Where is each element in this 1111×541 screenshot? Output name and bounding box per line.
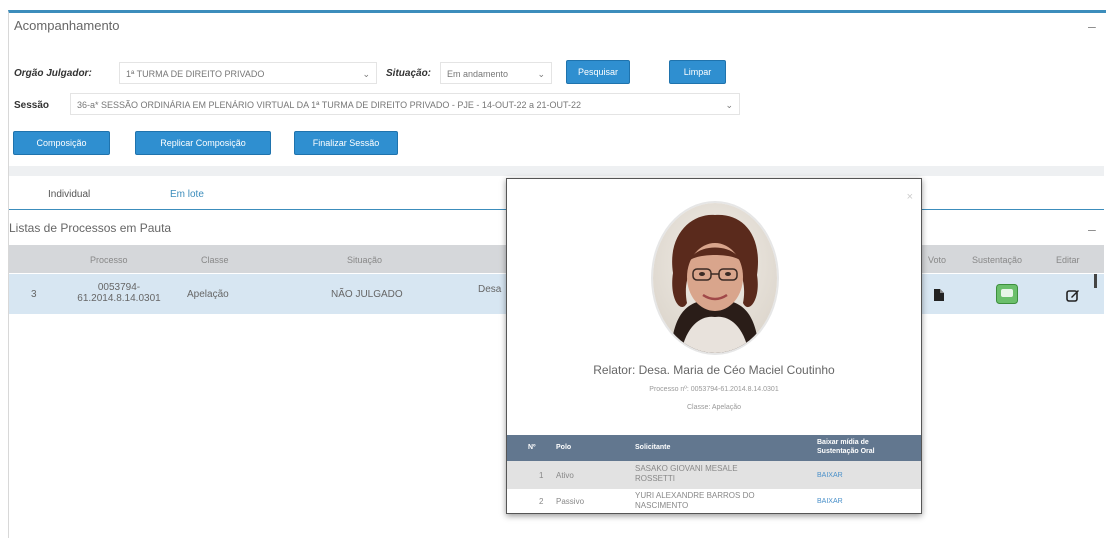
orgao-label: Orgão Julgador:: [14, 68, 92, 79]
edit-icon[interactable]: [1066, 288, 1080, 302]
list-collapse-button[interactable]: –: [1088, 221, 1096, 237]
sessao-select-value: 36-a* SESSÃO ORDINÁRIA EM PLENÁRIO VIRTU…: [77, 100, 581, 110]
col-situacao[interactable]: Situação: [347, 255, 382, 265]
scrollbar-thumb[interactable]: [1094, 274, 1097, 288]
modal-row-solicitante-line1: SASAKO GIOVANI MESALE: [635, 464, 738, 473]
row-index: 3: [31, 289, 37, 300]
relator-name: Relator: Desa. Maria de Céo Maciel Couti…: [593, 363, 835, 377]
modal-processo: Processo nº: 0053794-61.2014.8.14.0301: [649, 386, 779, 393]
row-relator: Desa: [478, 284, 502, 295]
limpar-button[interactable]: Limpar: [669, 60, 726, 84]
col-sustentacao[interactable]: Sustentação: [972, 255, 1022, 265]
modal-row-solicitante: YURI ALEXANDRE BARROS DO NASCIMENTO: [635, 491, 755, 511]
row-processo-line2: 61.2014.8.14.0301: [77, 293, 161, 304]
chevron-down-icon: ⌄: [537, 69, 545, 79]
sessao-label: Sessão: [14, 100, 50, 111]
modal-col-numero: Nº: [528, 444, 536, 451]
modal-row-polo: Passivo: [556, 497, 585, 506]
situacao-select[interactable]: Em andamento ⌄: [440, 62, 552, 84]
tab-em-lote[interactable]: Em lote: [170, 189, 204, 200]
replicar-composicao-button[interactable]: Replicar Composição: [135, 131, 271, 155]
modal-row-solicitante-line2: NASCIMENTO: [635, 501, 689, 510]
modal-col-solicitante: Solicitante: [635, 444, 671, 451]
chevron-down-icon: ⌄: [725, 100, 733, 110]
row-processo: 0053794- 61.2014.8.14.0301: [75, 282, 163, 304]
chat-icon[interactable]: [996, 284, 1018, 304]
pesquisar-button[interactable]: Pesquisar: [566, 60, 630, 84]
document-icon[interactable]: [934, 289, 944, 301]
row-processo-line1: 0053794-: [97, 282, 141, 293]
chevron-down-icon: ⌄: [362, 69, 370, 79]
modal-row-polo: Ativo: [556, 471, 574, 480]
finalizar-sessao-button[interactable]: Finalizar Sessão: [294, 131, 398, 155]
situacao-select-value: Em andamento: [447, 69, 509, 79]
modal-row-numero: 2: [539, 497, 544, 506]
modal-col-arquivo: Baixar mídia de Sustentação Oral: [817, 439, 875, 455]
situacao-label: Situação:: [386, 68, 432, 79]
relator-photo: [651, 201, 779, 355]
panel-collapse-button[interactable]: –: [1088, 18, 1096, 34]
col-voto[interactable]: Voto: [928, 255, 946, 265]
list-title: Listas de Processos em Pauta: [9, 221, 172, 235]
sustentacao-modal: × Relator: Desa. Maria de Céo Maciel Cou…: [506, 178, 922, 514]
modal-col-polo: Polo: [556, 444, 572, 451]
orgao-select-value: 1ª TURMA DE DIREITO PRIVADO: [126, 69, 265, 79]
col-classe[interactable]: Classe: [201, 255, 229, 265]
modal-row-solicitante-line2: ROSSETTI: [635, 474, 676, 483]
modal-row-solicitante-line1: YURI ALEXANDRE BARROS DO: [635, 491, 755, 500]
orgao-select[interactable]: 1ª TURMA DE DIREITO PRIVADO ⌄: [119, 62, 377, 84]
baixar-link[interactable]: BAIXAR: [817, 498, 843, 505]
sessao-select[interactable]: 36-a* SESSÃO ORDINÁRIA EM PLENÁRIO VIRTU…: [70, 93, 740, 115]
row-situacao: NÃO JULGADO: [331, 289, 403, 300]
tab-individual[interactable]: Individual: [48, 189, 90, 200]
section-divider: [9, 166, 1104, 176]
modal-row-numero: 1: [539, 471, 544, 480]
baixar-link[interactable]: BAIXAR: [817, 472, 843, 479]
composicao-button[interactable]: Composição: [13, 131, 110, 155]
row-classe: Apelação: [187, 289, 229, 300]
modal-classe: Classe: Apelação: [686, 404, 742, 411]
panel-title: Acompanhamento: [14, 18, 120, 33]
modal-row-solicitante: SASAKO GIOVANI MESALE ROSSETTI: [635, 464, 738, 484]
col-processo[interactable]: Processo: [90, 255, 128, 265]
col-editar[interactable]: Editar: [1056, 255, 1080, 265]
close-icon[interactable]: ×: [907, 191, 913, 203]
